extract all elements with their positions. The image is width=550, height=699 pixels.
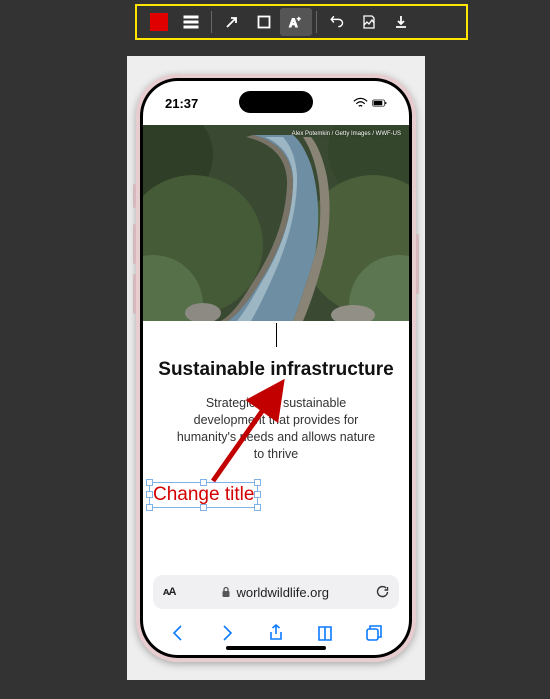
undo-button[interactable] bbox=[321, 8, 353, 36]
arrow-icon bbox=[224, 14, 240, 30]
tabs-button[interactable] bbox=[364, 623, 384, 643]
download-button[interactable] bbox=[385, 8, 417, 36]
phone-side-button bbox=[416, 234, 419, 294]
phone-screen: 21:37 bbox=[143, 81, 409, 655]
insert-image-button[interactable] bbox=[353, 8, 385, 36]
color-picker[interactable] bbox=[143, 8, 175, 36]
share-button[interactable] bbox=[266, 623, 286, 643]
toolbar-separator bbox=[211, 11, 212, 33]
article-subtitle: Strategic and sustainable development th… bbox=[157, 395, 395, 463]
safari-url-bar[interactable]: ᴀA worldwildlife.org bbox=[153, 575, 399, 609]
lines-icon bbox=[183, 14, 199, 30]
undo-icon bbox=[329, 14, 345, 30]
rectangle-icon bbox=[256, 14, 272, 30]
phone-side-button bbox=[133, 224, 136, 264]
divider bbox=[276, 323, 277, 347]
resize-handle[interactable] bbox=[146, 504, 153, 511]
annotation-toolbar: A+ bbox=[135, 4, 468, 40]
reload-icon[interactable] bbox=[375, 585, 389, 599]
phone-side-button bbox=[133, 274, 136, 314]
image-credit: Alex Potemkin / Getty Images / WWF-US bbox=[292, 131, 401, 137]
resize-handle[interactable] bbox=[254, 479, 261, 486]
toolbar-separator bbox=[316, 11, 317, 33]
image-icon bbox=[361, 14, 377, 30]
annotation-text-box[interactable]: Change title bbox=[149, 482, 258, 508]
wifi-icon bbox=[353, 97, 368, 109]
arrow-tool[interactable] bbox=[216, 8, 248, 36]
resize-handle[interactable] bbox=[200, 504, 207, 511]
color-swatch-icon bbox=[150, 13, 168, 31]
rectangle-tool[interactable] bbox=[248, 8, 280, 36]
url-domain: worldwildlife.org bbox=[236, 585, 328, 600]
line-width-tool[interactable] bbox=[175, 8, 207, 36]
resize-handle[interactable] bbox=[200, 479, 207, 486]
resize-handle[interactable] bbox=[254, 491, 261, 498]
resize-handle[interactable] bbox=[146, 479, 153, 486]
annotation-text: Change title bbox=[153, 484, 254, 505]
hero-image: Alex Potemkin / Getty Images / WWF-US bbox=[143, 125, 409, 321]
article-title: Sustainable infrastructure bbox=[157, 359, 395, 381]
phone-side-button bbox=[133, 184, 136, 208]
text-tool[interactable]: A+ bbox=[280, 8, 312, 36]
phone-frame: 21:37 bbox=[136, 74, 416, 662]
home-indicator[interactable] bbox=[226, 646, 326, 650]
article-content: Sustainable infrastructure Strategic and… bbox=[143, 353, 409, 575]
status-time: 21:37 bbox=[165, 96, 198, 111]
text-icon: A+ bbox=[288, 14, 304, 30]
dynamic-island bbox=[239, 91, 313, 113]
bookmarks-button[interactable] bbox=[315, 623, 335, 643]
back-button[interactable] bbox=[168, 623, 188, 643]
svg-text:+: + bbox=[297, 17, 301, 23]
lock-icon bbox=[221, 586, 231, 598]
battery-icon bbox=[372, 97, 387, 109]
forward-button[interactable] bbox=[217, 623, 237, 643]
phone-stage: 21:37 bbox=[127, 56, 425, 680]
download-icon bbox=[393, 14, 409, 30]
resize-handle[interactable] bbox=[146, 491, 153, 498]
resize-handle[interactable] bbox=[254, 504, 261, 511]
reader-mode-button[interactable]: ᴀA bbox=[163, 586, 175, 598]
